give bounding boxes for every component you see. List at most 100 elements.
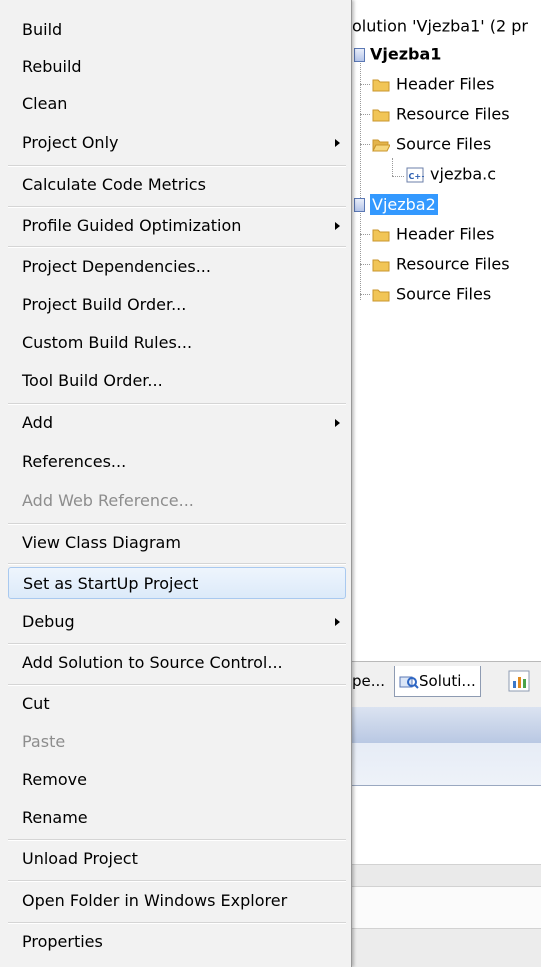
menu-item-tool-build-order[interactable]: Tool Build Order... (8, 365, 346, 397)
panel-header-band (352, 707, 541, 743)
tree-line (360, 60, 361, 210)
tree-node-file[interactable]: C++ vjezba.c (406, 161, 496, 187)
tree-node-project[interactable]: Vjezba1 (354, 41, 441, 67)
tree-node-label: Source Files (396, 284, 492, 304)
menu-item-label: Clean (22, 94, 68, 113)
tree-node-label: Vjezba1 (370, 44, 442, 64)
menu-separator (8, 643, 346, 645)
submenu-arrow-icon (335, 222, 340, 230)
menu-item-references[interactable]: References... (8, 446, 346, 478)
menu-item-profile-guided-optimization[interactable]: Profile Guided Optimization (8, 210, 346, 242)
menu-item-label: View Class Diagram (22, 533, 181, 552)
menu-item-add-solution-to-source-control[interactable]: Add Solution to Source Control... (8, 647, 346, 679)
menu-item-label: Unload Project (22, 849, 138, 868)
menu-item-debug[interactable]: Debug (8, 606, 346, 638)
menu-item-label: Add Solution to Source Control... (22, 653, 283, 672)
tab-label: Soluti... (419, 672, 476, 690)
lower-panel (352, 786, 541, 864)
tree-node-folder[interactable]: Source Files (372, 131, 491, 157)
menu-item-build[interactable]: Build (8, 14, 346, 46)
tree-node-folder[interactable]: Source Files (372, 281, 491, 307)
menu-item-rebuild[interactable]: Rebuild (8, 51, 346, 83)
tree-line (360, 294, 370, 295)
context-menu: Build Rebuild Clean Project Only Calcula… (0, 0, 352, 967)
menu-item-calculate-code-metrics[interactable]: Calculate Code Metrics (8, 169, 346, 201)
folder-icon (372, 259, 390, 271)
menu-separator (8, 922, 346, 924)
tree-node-folder[interactable]: Header Files (372, 71, 494, 97)
menu-item-project-only[interactable]: Project Only (8, 127, 346, 159)
menu-item-label: Profile Guided Optimization (22, 216, 242, 235)
panel-toolbar-band (352, 743, 541, 786)
menu-item-set-as-startup-project[interactable]: Set as StartUp Project (8, 567, 346, 599)
cpp-file-icon: C++ (406, 167, 425, 182)
project-icon (354, 47, 365, 62)
menu-item-add-web-reference: Add Web Reference... (8, 485, 346, 517)
status-strip (352, 864, 541, 887)
folder-open-icon (372, 139, 390, 151)
menu-item-label: Add (22, 413, 53, 432)
tree-line (392, 176, 404, 177)
menu-item-unload-project[interactable]: Unload Project (8, 843, 346, 875)
menu-item-label: Project Dependencies... (22, 257, 211, 276)
menu-separator (8, 839, 346, 841)
tree-node-label: Header Files (396, 224, 495, 244)
solution-node[interactable]: olution 'Vjezba1' (2 pr (352, 13, 528, 39)
menu-item-cut[interactable]: Cut (8, 688, 346, 720)
menu-item-label: Build (22, 20, 63, 39)
solution-explorer-icon (399, 676, 419, 689)
menu-separator (8, 523, 346, 525)
menu-item-project-dependencies[interactable]: Project Dependencies... (8, 251, 346, 283)
menu-item-rename[interactable]: Rename (8, 802, 346, 834)
menu-separator (8, 403, 346, 405)
solution-title: olution 'Vjezba1' (2 pr (352, 16, 529, 36)
tree-line (392, 158, 393, 176)
menu-item-properties[interactable]: Properties (8, 926, 346, 958)
submenu-arrow-icon (335, 139, 340, 147)
tree-node-label: vjezba.c (430, 164, 496, 184)
tab-class-view[interactable] (508, 670, 530, 700)
menu-item-label: Open Folder in Windows Explorer (22, 891, 288, 910)
menu-item-label: Cut (22, 694, 50, 713)
menu-item-label: Properties (22, 932, 103, 951)
tree-node-label: Header Files (396, 74, 495, 94)
folder-icon (372, 229, 390, 241)
tree-node-folder[interactable]: Header Files (372, 221, 494, 247)
tab-property-manager[interactable]: pe... (352, 666, 385, 696)
menu-item-project-build-order[interactable]: Project Build Order... (8, 289, 346, 321)
tree-node-label: Source Files (396, 134, 492, 154)
menu-item-paste: Paste (8, 726, 346, 758)
folder-icon (372, 289, 390, 301)
menu-separator (8, 684, 346, 686)
menu-item-label: References... (22, 452, 127, 471)
menu-item-label: Calculate Code Metrics (22, 175, 206, 194)
input-strip (352, 886, 541, 929)
menu-item-remove[interactable]: Remove (8, 764, 346, 796)
tree-node-folder[interactable]: Resource Files (372, 251, 510, 277)
submenu-arrow-icon (335, 618, 340, 626)
menu-item-label: Project Only (22, 133, 119, 152)
tree-node-project-selected[interactable]: Vjezba2 (354, 191, 438, 217)
tree-line (360, 144, 370, 145)
screen: olution 'Vjezba1' (2 pr Vjezba1 Header F… (0, 0, 541, 967)
tree-node-label: Vjezba2 (370, 193, 438, 215)
svg-text:C++: C++ (409, 172, 425, 181)
tab-solution-explorer[interactable]: Soluti... (394, 666, 481, 697)
menu-item-open-folder-in-windows-explorer[interactable]: Open Folder in Windows Explorer (8, 885, 346, 917)
tab-label: pe... (352, 672, 386, 690)
menu-item-label: Tool Build Order... (22, 371, 163, 390)
folder-icon (372, 109, 390, 121)
menu-item-clean[interactable]: Clean (8, 88, 346, 120)
menu-item-view-class-diagram[interactable]: View Class Diagram (8, 527, 346, 559)
bottom-strip (352, 928, 541, 967)
menu-item-add[interactable]: Add (8, 407, 346, 439)
menu-separator (8, 165, 346, 167)
menu-separator (8, 563, 346, 565)
menu-item-custom-build-rules[interactable]: Custom Build Rules... (8, 327, 346, 359)
tree-line (360, 234, 370, 235)
menu-separator (8, 246, 346, 248)
tree-node-folder[interactable]: Resource Files (372, 101, 510, 127)
explorer-tab-strip: pe... Soluti... (352, 661, 541, 708)
menu-item-label: Remove (22, 770, 87, 789)
submenu-arrow-icon (335, 419, 340, 427)
